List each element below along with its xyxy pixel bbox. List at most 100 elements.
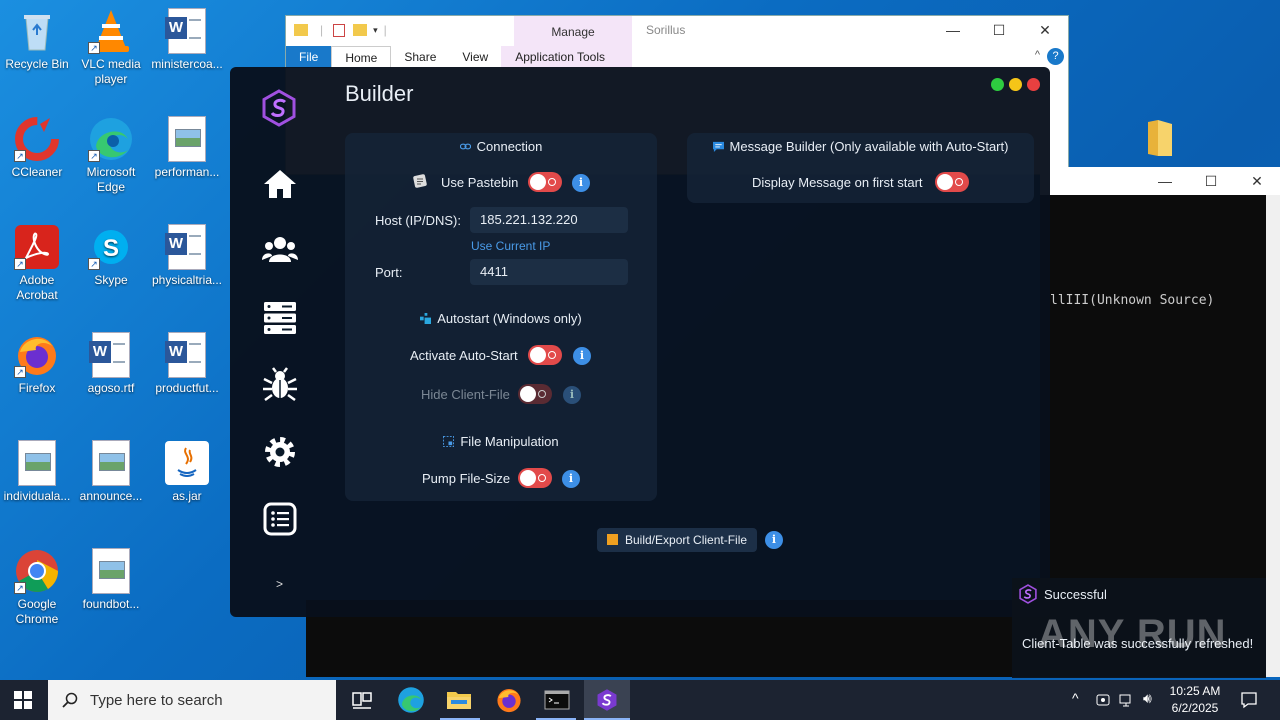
message-builder-panel: Message Builder (Only available with Aut… [687, 133, 1034, 203]
image-file-icon [88, 548, 134, 594]
recycle-bin-icon [14, 8, 60, 54]
help-icon[interactable]: ? [1047, 48, 1064, 65]
host-input[interactable] [470, 207, 628, 233]
vlc-icon: ↗ [88, 8, 134, 54]
properties-icon[interactable] [333, 23, 346, 37]
desktop-icon-announce[interactable]: announce... [74, 440, 148, 504]
notification-center-icon[interactable] [1240, 691, 1258, 709]
taskbar-search-box[interactable]: Type here to search [48, 680, 336, 720]
terminal-icon [544, 690, 570, 710]
console-scrollbar[interactable] [1266, 195, 1280, 677]
quick-access-dropdown-icon[interactable]: ▾ [373, 25, 378, 36]
nav-logs[interactable] [262, 501, 298, 537]
task-view-button[interactable] [348, 686, 376, 714]
desktop-icon-productfut[interactable]: W productfut... [150, 332, 224, 396]
app-logo-icon [260, 89, 298, 127]
taskbar-firefox[interactable] [495, 686, 523, 714]
desktop-icon-performan[interactable]: performan... [150, 116, 224, 180]
use-pastebin-info-icon[interactable]: i [572, 174, 590, 192]
use-pastebin-label: Use Pastebin [441, 175, 519, 190]
search-placeholder: Type here to search [90, 691, 223, 709]
taskbar-edge[interactable] [397, 686, 425, 714]
desktop: Recycle Bin ↗ CCleaner ↗ Adobe Acrobat ↗… [0, 0, 1280, 680]
folder-icon[interactable] [1146, 118, 1174, 158]
desktop-icon-recycle-bin[interactable]: Recycle Bin [0, 8, 74, 72]
nav-clients[interactable] [262, 232, 298, 268]
nav-settings[interactable] [262, 434, 298, 470]
maximize-button[interactable]: ☐ [976, 16, 1022, 44]
search-icon [62, 692, 78, 708]
console-minimize-button[interactable]: — [1142, 167, 1188, 195]
desktop-icon-google-chrome[interactable]: ↗ Google Chrome [0, 548, 74, 627]
tab-share[interactable]: Share [391, 46, 449, 68]
network-icon[interactable] [1119, 692, 1135, 708]
tab-view[interactable]: View [449, 46, 501, 68]
desktop-icon-physicaltria[interactable]: W physicaltria... [150, 224, 224, 288]
start-button[interactable] [14, 691, 32, 709]
server-icon [264, 302, 296, 334]
taskbar-builder-app[interactable] [584, 680, 630, 720]
desktop-icon-adobe-acrobat[interactable]: ↗ Adobe Acrobat [0, 224, 74, 303]
word-doc-icon: W [88, 332, 134, 378]
activate-autostart-toggle[interactable] [528, 345, 562, 365]
desktop-icon-vlc[interactable]: ↗ VLC media player [74, 8, 148, 87]
tab-application-tools[interactable]: Application Tools [501, 46, 620, 68]
close-button[interactable]: ✕ [1022, 16, 1068, 44]
use-current-ip-link[interactable]: Use Current IP [471, 239, 550, 253]
builder-app-window: > Builder Connection Use Pastebin i Host… [230, 67, 1050, 617]
desktop-icon-foundbot[interactable]: foundbot... [74, 548, 148, 612]
list-icon [263, 502, 297, 536]
console-close-button[interactable]: ✕ [1234, 167, 1280, 195]
desktop-icon-skype[interactable]: S ↗ Skype [74, 224, 148, 288]
show-hidden-icons-button[interactable]: ^ [1072, 690, 1079, 706]
maximize-dot-button[interactable] [991, 78, 1004, 91]
system-clock[interactable]: 10:25 AM 6/2/2025 [1160, 683, 1230, 717]
autostart-icon [420, 313, 432, 324]
file-manipulation-title: File Manipulation [345, 434, 657, 449]
tab-file[interactable]: File [286, 46, 332, 68]
firefox-icon [497, 689, 521, 713]
nav-builder[interactable] [262, 367, 298, 403]
desktop-icon-as-jar[interactable]: as.jar [150, 440, 224, 504]
desktop-icon-individuala[interactable]: individuala... [0, 440, 74, 504]
build-export-button[interactable]: Build/Export Client-File [597, 528, 758, 552]
new-folder-icon[interactable] [353, 24, 368, 36]
window-controls [991, 78, 1040, 91]
expand-sidebar-button[interactable]: > [276, 577, 283, 591]
collapse-ribbon-icon[interactable]: ^ [1035, 49, 1040, 61]
console-titlebar: — ☐ ✕ [1040, 167, 1280, 195]
minimize-button[interactable]: — [930, 16, 976, 44]
desktop-icon-ccleaner[interactable]: ↗ CCleaner [0, 116, 74, 180]
edge-icon: ↗ [88, 116, 134, 162]
build-info-icon[interactable]: i [765, 531, 783, 549]
clock-date: 6/2/2025 [1171, 701, 1219, 715]
tab-home[interactable]: Home [331, 46, 392, 68]
desktop-icon-agoso[interactable]: W agoso.rtf [74, 332, 148, 396]
nav-server[interactable] [262, 300, 298, 336]
image-file-icon [88, 440, 134, 486]
desktop-icon-firefox[interactable]: ↗ Firefox [0, 332, 74, 396]
close-dot-button[interactable] [1027, 78, 1040, 91]
hide-client-file-info-icon[interactable]: i [563, 386, 581, 404]
display-message-toggle[interactable] [935, 172, 969, 192]
pump-file-size-toggle[interactable] [518, 468, 552, 488]
meet-now-icon[interactable] [1096, 692, 1110, 708]
nav-home[interactable] [262, 166, 298, 202]
activate-autostart-info-icon[interactable]: i [573, 347, 591, 365]
host-label: Host (IP/DNS): [375, 213, 461, 228]
chrome-icon: ↗ [14, 548, 60, 594]
minimize-dot-button[interactable] [1009, 78, 1022, 91]
console-maximize-button[interactable]: ☐ [1188, 167, 1234, 195]
taskbar-file-explorer[interactable] [445, 686, 473, 714]
pump-file-size-info-icon[interactable]: i [562, 470, 580, 488]
port-input[interactable] [470, 259, 628, 285]
desktop-icon-ministercoa[interactable]: W ministercoa... [150, 8, 224, 72]
volume-icon[interactable]: 🔊︎ [1143, 690, 1152, 707]
use-pastebin-toggle[interactable] [528, 172, 562, 192]
hide-client-file-toggle[interactable] [518, 384, 552, 404]
desktop-icon-microsoft-edge[interactable]: ↗ Microsoft Edge [74, 116, 148, 195]
ribbon-tabs: File Home Share View Application Tools [286, 46, 620, 68]
edge-icon [398, 687, 424, 713]
bug-icon [263, 367, 297, 402]
taskbar-cmd[interactable] [543, 686, 571, 714]
